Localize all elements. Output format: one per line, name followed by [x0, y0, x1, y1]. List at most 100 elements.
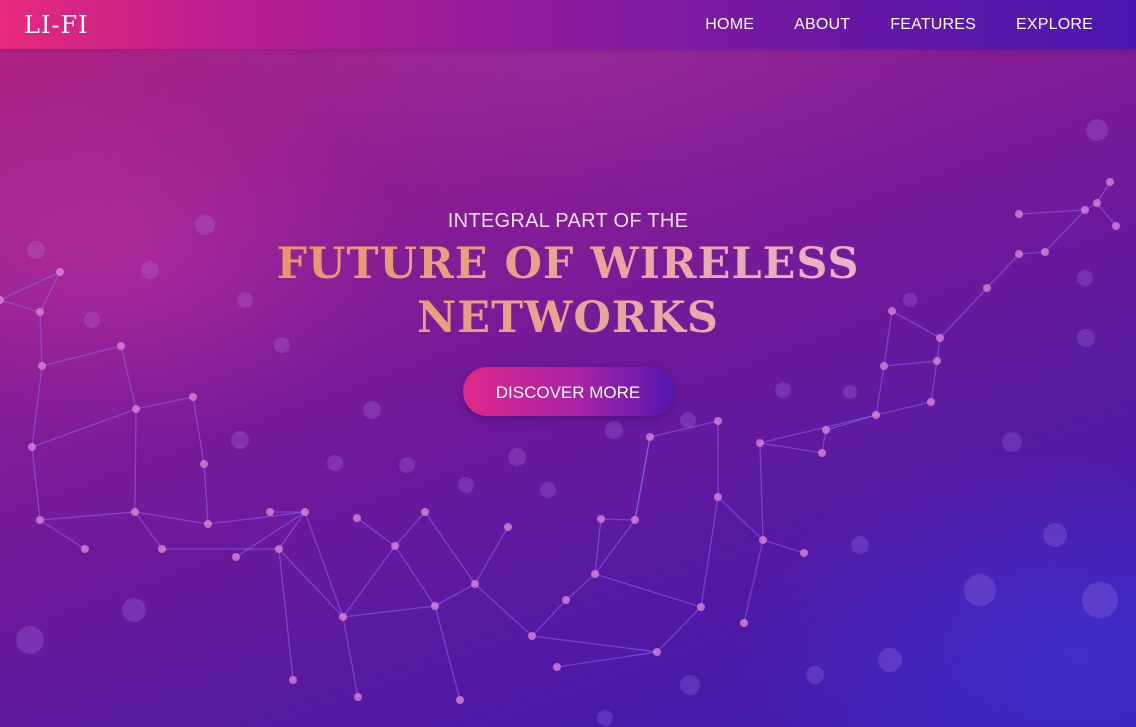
network-edge [342, 616, 359, 698]
network-node [800, 549, 808, 557]
network-node [597, 515, 605, 523]
network-edge [717, 496, 764, 541]
network-edge [594, 519, 636, 575]
network-edge [278, 511, 306, 550]
bokeh-dot [1082, 582, 1118, 618]
network-edge [434, 583, 476, 607]
bokeh-dot [680, 675, 700, 695]
bokeh-dot [851, 536, 869, 554]
bokeh-dot [540, 482, 556, 498]
bokeh-dot [399, 457, 415, 473]
discover-more-button[interactable]: DISCOVER MORE [462, 367, 674, 416]
network-node [562, 596, 570, 604]
network-node [275, 545, 283, 553]
network-node [591, 570, 599, 578]
network-node [289, 676, 297, 684]
network-node [28, 443, 36, 451]
network-node [353, 514, 361, 522]
network-edge [594, 573, 702, 608]
network-node [471, 580, 479, 588]
bokeh-dot [16, 626, 44, 654]
network-node [204, 520, 212, 528]
network-edge [762, 539, 805, 554]
nav-about-link[interactable]: ABOUT [794, 16, 850, 34]
network-edge [556, 651, 658, 668]
bokeh-dot [597, 710, 613, 726]
network-edge [531, 635, 658, 653]
network-edge [474, 583, 533, 637]
network-node [339, 613, 347, 621]
network-node [818, 449, 826, 457]
nav-explore-link[interactable]: EXPLORE [1016, 16, 1093, 34]
network-edge [278, 548, 294, 681]
network-edge [31, 446, 41, 521]
network-node [36, 516, 44, 524]
hero-section: INTEGRAL PART OF THE FUTURE OF WIRELESS … [0, 210, 1136, 416]
network-node [697, 603, 705, 611]
top-navigation-bar: LI-FI HOME ABOUT FEATURES EXPLORE [0, 0, 1136, 49]
bokeh-dot [1086, 119, 1108, 141]
network-edge [342, 545, 396, 618]
network-node [266, 508, 274, 516]
network-node [528, 632, 536, 640]
network-node [354, 693, 362, 701]
bokeh-dot [122, 598, 146, 622]
network-node [714, 493, 722, 501]
network-node [740, 619, 748, 627]
bokeh-dot [964, 574, 996, 606]
network-node [200, 460, 208, 468]
bokeh-dot [458, 477, 474, 493]
network-edge [531, 599, 567, 637]
network-node [504, 523, 512, 531]
network-edge [594, 518, 602, 575]
network-edge [656, 606, 702, 653]
network-edge [342, 605, 436, 618]
network-node [301, 508, 309, 516]
hero-headline-line2: NETWORKS [417, 293, 719, 343]
network-edge [424, 511, 476, 585]
network-node [158, 545, 166, 553]
network-node [232, 553, 240, 561]
network-edge [700, 496, 719, 608]
network-edge [474, 526, 509, 585]
network-edge [759, 442, 823, 454]
network-node [1093, 199, 1101, 207]
network-edge [304, 511, 344, 618]
site-logo[interactable]: LI-FI [24, 11, 89, 39]
network-edge [634, 436, 651, 521]
network-node [1106, 178, 1114, 186]
network-edge [759, 442, 764, 541]
network-edge [565, 573, 596, 601]
hero-eyebrow: INTEGRAL PART OF THE [447, 210, 689, 232]
network-node [822, 426, 830, 434]
network-edge [356, 517, 396, 547]
network-edge [394, 511, 426, 547]
network-edge [203, 463, 209, 525]
bokeh-dot [508, 448, 526, 466]
network-node [391, 542, 399, 550]
network-node [714, 417, 722, 425]
nav-features-link[interactable]: FEATURES [890, 16, 976, 34]
network-edge [600, 518, 636, 521]
network-node [131, 508, 139, 516]
network-edge [134, 408, 137, 513]
network-node [756, 439, 764, 447]
nav-home-link[interactable]: HOME [705, 16, 754, 34]
network-node [653, 648, 661, 656]
network-edge [39, 519, 86, 550]
bokeh-dot [605, 421, 623, 439]
bokeh-dot [1043, 523, 1067, 547]
bokeh-dot [231, 431, 249, 449]
bokeh-dot [1002, 432, 1022, 452]
network-edge [759, 414, 877, 444]
network-edge [743, 539, 764, 624]
network-node [81, 545, 89, 553]
network-node [431, 602, 439, 610]
bokeh-dot [878, 648, 902, 672]
network-edge [134, 511, 163, 550]
hero-headline: FUTURE OF WIRELESS NETWORKS [0, 237, 1136, 345]
network-node [421, 508, 429, 516]
network-edge [394, 545, 436, 607]
network-edge [134, 511, 209, 525]
bokeh-dot [806, 666, 824, 684]
